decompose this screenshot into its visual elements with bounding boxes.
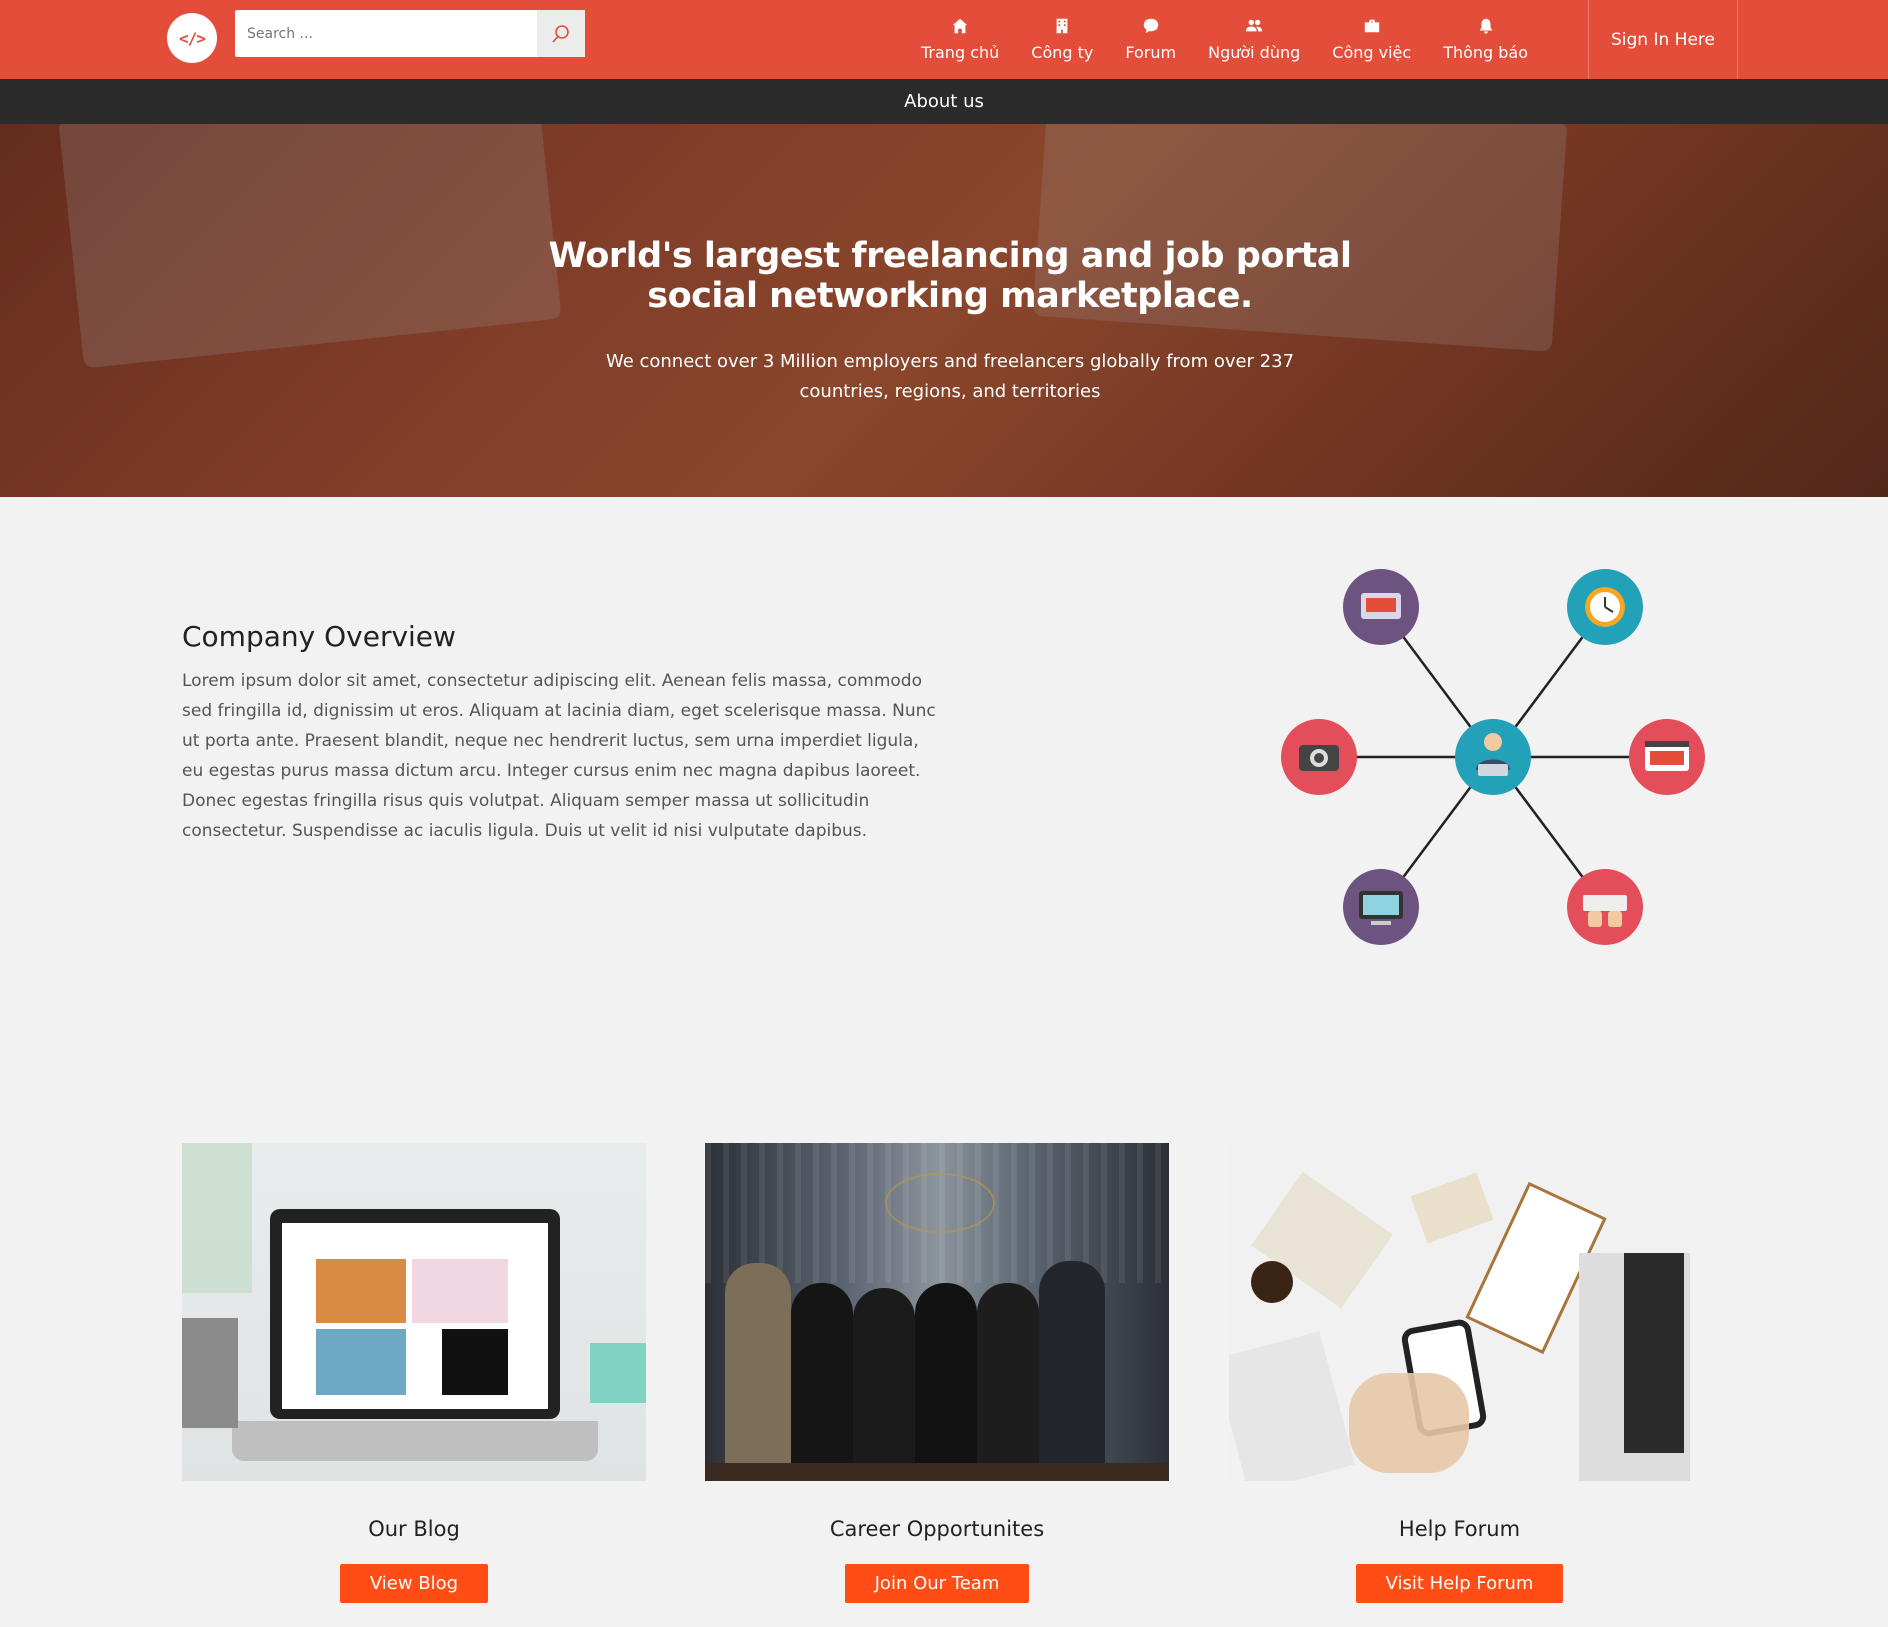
nav-label: Công việc (1332, 43, 1412, 62)
nav-company[interactable]: Công ty (1015, 0, 1109, 79)
bell-icon (1479, 18, 1492, 34)
freelancer-node-icon (1455, 719, 1531, 795)
nav-label: Forum (1125, 43, 1177, 62)
handshake-node-icon (1343, 569, 1419, 645)
monitor-node-icon (1343, 869, 1419, 945)
page-subbar: About us (0, 79, 1888, 124)
card-title: Career Opportunites (829, 1517, 1045, 1541)
search-box (235, 10, 585, 57)
main-nav: Trang chủ Công ty Forum Người dùng Công … (905, 0, 1544, 79)
overview-text: Lorem ipsum dolor sit amet, consectetur … (182, 671, 936, 841)
nav-forum[interactable]: Forum (1109, 0, 1192, 79)
hero-banner: World's largest freelancing and job port… (0, 124, 1888, 497)
home-icon (952, 18, 968, 34)
search-icon (552, 24, 569, 43)
typing-node-icon (1567, 869, 1643, 945)
hero-subtitle-line1: We connect over 3 Million employers and … (605, 351, 1295, 372)
sign-in-label: Sign In Here (1611, 29, 1715, 50)
top-navbar: </> Trang chủ Công ty Forum Người dùng C… (0, 0, 1888, 79)
hero-subtitle: We connect over 3 Million employers and … (0, 347, 1888, 407)
sign-in-link[interactable]: Sign In Here (1588, 0, 1738, 79)
card-title: Help Forum (1398, 1517, 1521, 1541)
blog-image (182, 1143, 646, 1481)
camera-node-icon (1281, 719, 1357, 795)
site-logo[interactable]: </> (167, 13, 217, 63)
view-blog-button[interactable]: View Blog (339, 1564, 489, 1603)
hero-title-line1: World's largest freelancing and job port… (548, 236, 1352, 276)
overview-title: Company Overview (182, 620, 456, 653)
visit-forum-button[interactable]: Visit Help Forum (1355, 1564, 1564, 1603)
nav-label: Người dùng (1208, 43, 1301, 62)
page-title: About us (904, 91, 984, 112)
blog-card: Our Blog View Blog (182, 1143, 646, 1603)
forum-card: Help Forum Visit Help Forum (1229, 1143, 1690, 1603)
search-input[interactable] (235, 10, 537, 57)
chat-icon (1143, 18, 1158, 34)
card-title: Our Blog (368, 1517, 460, 1541)
join-team-button[interactable]: Join Our Team (844, 1564, 1030, 1603)
briefcase-icon (1364, 19, 1379, 33)
nav-home[interactable]: Trang chủ (905, 0, 1015, 79)
building-icon (1056, 18, 1068, 34)
clock-node-icon (1567, 569, 1643, 645)
nav-notifications[interactable]: Thông báo (1427, 0, 1544, 79)
career-card: Career Opportunites Join Our Team (705, 1143, 1169, 1603)
network-illustration (1281, 569, 1705, 945)
nav-label: Trang chủ (921, 43, 1000, 62)
search-button[interactable] (537, 10, 585, 57)
team-photo (705, 1143, 1169, 1481)
nav-label: Công ty (1031, 43, 1094, 62)
hero-title: World's largest freelancing and job port… (0, 236, 1888, 316)
nav-users[interactable]: Người dùng (1192, 0, 1316, 79)
users-icon (1246, 19, 1263, 32)
hero-title-line2: social networking marketplace. (647, 276, 1253, 316)
forum-image (1229, 1143, 1690, 1481)
browser-node-icon (1629, 719, 1705, 795)
nav-label: Thông báo (1443, 43, 1529, 62)
logo-text: </> (179, 28, 206, 48)
hero-subtitle-line2: countries, regions, and territories (799, 381, 1101, 402)
nav-jobs[interactable]: Công việc (1316, 0, 1427, 79)
